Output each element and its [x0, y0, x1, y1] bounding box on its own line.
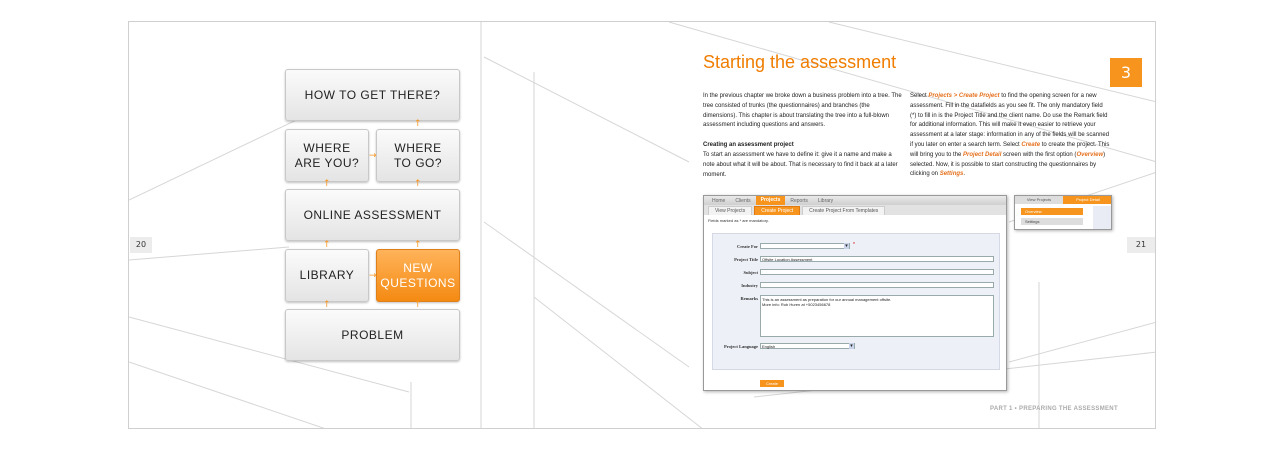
text-column-1: In the previous chapter we broke down a … — [703, 92, 903, 180]
mini-tab-view-projects: View Projects — [1015, 196, 1063, 204]
embedded-mini-screenshot: View Projects Project Detail Overview Se… — [1014, 195, 1112, 230]
section-heading: Creating an assessment project — [703, 142, 794, 149]
arrow-up-icon: ↑ — [323, 300, 331, 310]
paragraph: In the previous chapter we broke down a … — [703, 93, 902, 129]
language-select: English — [760, 343, 855, 349]
create-for-select — [760, 243, 850, 249]
mini-tab-project-detail: Project Detail — [1063, 196, 1111, 204]
mini-item-overview: Overview — [1021, 208, 1083, 215]
create-project-form: Create For * Project Title Offsite Locat… — [712, 233, 1000, 370]
label-create-for: Create For — [736, 244, 758, 249]
page-number-right: 21 — [1127, 237, 1155, 253]
ui-path-reference: Project Detail — [963, 151, 1002, 158]
ui-path-reference: Create — [1021, 141, 1041, 148]
text-column-2: Select Projects > Create Project to find… — [910, 92, 1110, 180]
label-project-title: Project Title — [734, 257, 758, 262]
sub-nav: View Projects Create Project Create Proj… — [704, 205, 1006, 215]
chapter-title: Starting the assessment — [703, 52, 897, 72]
industry-field — [760, 282, 994, 288]
text: screen with the first option ( — [1001, 151, 1077, 158]
diagram-box-online-assessment: ONLINE ASSESSMENT — [285, 189, 460, 241]
create-button: Create — [760, 380, 784, 387]
ui-path-reference: Settings — [939, 171, 964, 178]
label-industry: Industry — [741, 283, 758, 288]
arrow-up-icon: ↑ — [414, 119, 422, 129]
diagram-box-library: LIBRARY — [285, 249, 369, 302]
nav-reports: Reports — [790, 197, 808, 204]
mandatory-note: Fields marked as * are mandatory. — [708, 218, 769, 223]
paragraph: To start an assessment we have to define… — [703, 151, 898, 178]
label-project-language: Project Language — [723, 344, 758, 349]
remarks-line: More info: Rob Huren at +5023456678 — [762, 302, 831, 307]
ui-path-reference: Overview — [1076, 151, 1104, 158]
diagram-box-how-to-get-there: HOW TO GET THERE? — [285, 69, 460, 121]
diagram-box-where-to-go: WHERE TO GO? — [376, 129, 460, 182]
remarks-textarea: This is an assessment as preparation for… — [760, 295, 994, 337]
nav-home: Home — [712, 197, 726, 204]
embedded-app-screenshot: Home Clients Projects Reports Library Vi… — [703, 195, 1007, 391]
arrow-right-icon: → — [369, 271, 377, 281]
label-subject: Subject — [743, 270, 759, 275]
running-footer: PART 1 • PREPARING THE ASSESSMENT — [990, 406, 1118, 412]
mandatory-mark: * — [853, 242, 855, 248]
diagram-box-where-are-you: WHERE ARE YOU? — [285, 129, 369, 182]
project-title-field: Offsite Location Assessment — [760, 256, 994, 262]
arrow-up-icon: ↑ — [414, 300, 422, 310]
subnav-view-projects: View Projects — [708, 206, 753, 215]
nav-projects: Projects — [755, 196, 786, 205]
arrow-up-icon: ↑ — [323, 240, 331, 250]
mini-side-panel — [1093, 206, 1111, 229]
arrow-right-icon: → — [369, 151, 377, 161]
label-remarks: Remarks — [740, 296, 759, 301]
nav-library: Library — [817, 197, 834, 204]
text: Select — [910, 93, 929, 99]
ui-path-reference: Projects > Create Project — [928, 93, 1000, 99]
text: . — [963, 171, 966, 178]
subnav-create-from-templates: Create Project From Templates — [802, 206, 886, 215]
arrow-up-icon: ↑ — [414, 179, 422, 189]
subnav-create-project: Create Project — [754, 206, 801, 215]
arrow-up-icon: ↑ — [414, 240, 422, 250]
main-nav: Home Clients Projects Reports Library — [704, 196, 1006, 205]
chapter-number-badge: 3 — [1110, 58, 1142, 87]
diagram-box-problem: PROBLEM — [285, 309, 460, 361]
nav-clients: Clients — [735, 197, 751, 204]
subject-field — [760, 269, 994, 275]
text: to find the opening screen for a new ass… — [910, 93, 1110, 148]
page-number-left: 20 — [130, 237, 152, 253]
mini-item-settings: Settings — [1021, 218, 1083, 225]
diagram-box-new-questions: NEW QUESTIONS — [376, 249, 460, 302]
arrow-up-icon: ↑ — [323, 179, 331, 189]
